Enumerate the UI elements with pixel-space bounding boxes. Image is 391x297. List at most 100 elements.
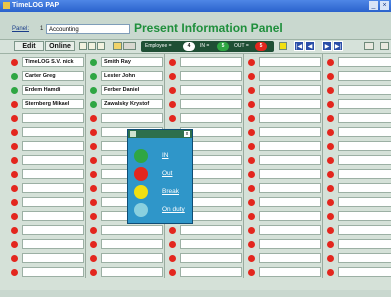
status-dot-icon[interactable] bbox=[11, 87, 18, 94]
employee-name[interactable]: Zawalsky Krystof bbox=[101, 99, 163, 109]
employee-name[interactable] bbox=[259, 57, 321, 67]
status-dot-icon[interactable] bbox=[90, 227, 97, 234]
status-dot-icon[interactable] bbox=[248, 157, 255, 164]
employee-name[interactable] bbox=[338, 253, 391, 263]
employee-name[interactable] bbox=[22, 211, 84, 221]
employee-name[interactable] bbox=[338, 99, 391, 109]
employee-name[interactable] bbox=[259, 85, 321, 95]
status-dot-icon[interactable] bbox=[169, 269, 176, 276]
status-dot-icon[interactable] bbox=[11, 199, 18, 206]
status-dot-icon[interactable] bbox=[248, 213, 255, 220]
status-dot-icon[interactable] bbox=[327, 115, 334, 122]
status-dot-icon[interactable] bbox=[327, 199, 334, 206]
status-dot-icon[interactable] bbox=[327, 213, 334, 220]
status-dot-icon[interactable] bbox=[327, 157, 334, 164]
employee-name[interactable] bbox=[180, 113, 242, 123]
status-dot-icon[interactable] bbox=[90, 269, 97, 276]
employee-name[interactable] bbox=[338, 183, 391, 193]
employee-name[interactable] bbox=[338, 155, 391, 165]
employee-name[interactable] bbox=[259, 155, 321, 165]
employee-name[interactable] bbox=[259, 113, 321, 123]
status-dot-icon[interactable] bbox=[248, 73, 255, 80]
status-dot-icon[interactable] bbox=[327, 171, 334, 178]
status-dot-icon[interactable] bbox=[11, 59, 18, 66]
status-dot-icon[interactable] bbox=[248, 115, 255, 122]
employee-name[interactable] bbox=[338, 169, 391, 179]
sort-icon[interactable] bbox=[123, 42, 136, 50]
status-dot-icon[interactable] bbox=[248, 143, 255, 150]
employee-name[interactable] bbox=[180, 71, 242, 81]
exit-icon[interactable] bbox=[380, 42, 389, 50]
status-dot-icon[interactable] bbox=[11, 143, 18, 150]
status-dot-icon[interactable] bbox=[248, 269, 255, 276]
folder-icon[interactable] bbox=[113, 42, 122, 50]
popup-close-button[interactable]: x bbox=[184, 131, 190, 137]
employee-name[interactable] bbox=[180, 57, 242, 67]
employee-name[interactable]: Smith Ray bbox=[101, 57, 163, 67]
employee-name[interactable] bbox=[101, 225, 163, 235]
employee-name[interactable] bbox=[180, 225, 242, 235]
status-dot-icon[interactable] bbox=[327, 185, 334, 192]
employee-name[interactable] bbox=[259, 127, 321, 137]
employee-name[interactable] bbox=[180, 253, 242, 263]
employee-name[interactable] bbox=[338, 71, 391, 81]
status-dot-icon[interactable] bbox=[248, 59, 255, 66]
status-dot-icon[interactable] bbox=[248, 87, 255, 94]
employee-name[interactable] bbox=[338, 211, 391, 221]
employee-name[interactable] bbox=[101, 113, 163, 123]
close-button[interactable]: × bbox=[380, 1, 389, 10]
tools-icon[interactable] bbox=[364, 42, 374, 50]
employee-name[interactable] bbox=[259, 141, 321, 151]
status-dot-icon[interactable] bbox=[248, 227, 255, 234]
status-dot-icon[interactable] bbox=[90, 171, 97, 178]
copy-icon[interactable] bbox=[79, 42, 87, 50]
status-dot-icon[interactable] bbox=[169, 73, 176, 80]
employee-name[interactable]: Sternberg Mikael bbox=[22, 99, 84, 109]
status-dot-icon[interactable] bbox=[327, 101, 334, 108]
employee-name[interactable] bbox=[259, 239, 321, 249]
next-page-button[interactable]: ▶ bbox=[322, 41, 332, 51]
status-item-break[interactable]: Break bbox=[134, 185, 186, 201]
status-dot-icon[interactable] bbox=[248, 171, 255, 178]
status-dot-icon[interactable] bbox=[11, 227, 18, 234]
employee-name[interactable] bbox=[22, 239, 84, 249]
status-dot-icon[interactable] bbox=[90, 213, 97, 220]
out-count[interactable]: 5 bbox=[255, 42, 267, 51]
settings-icon[interactable] bbox=[97, 42, 105, 50]
employee-name[interactable]: Erdem Hamdi bbox=[22, 85, 84, 95]
status-dot-icon[interactable] bbox=[11, 171, 18, 178]
employee-name[interactable] bbox=[259, 197, 321, 207]
status-dot-icon[interactable] bbox=[90, 143, 97, 150]
employee-name[interactable]: Carter Greg bbox=[22, 71, 84, 81]
status-dot-icon[interactable] bbox=[11, 73, 18, 80]
status-dot-icon[interactable] bbox=[248, 199, 255, 206]
employee-name[interactable] bbox=[338, 225, 391, 235]
status-dot-icon[interactable] bbox=[11, 241, 18, 248]
status-dot-icon[interactable] bbox=[90, 129, 97, 136]
status-dot-icon[interactable] bbox=[169, 241, 176, 248]
filter-icon[interactable] bbox=[279, 42, 287, 50]
edit-button[interactable]: Edit bbox=[14, 41, 44, 51]
status-dot-icon[interactable] bbox=[248, 255, 255, 262]
employee-name[interactable] bbox=[180, 85, 242, 95]
status-dot-icon[interactable] bbox=[248, 129, 255, 136]
status-dot-icon[interactable] bbox=[327, 73, 334, 80]
status-dot-icon[interactable] bbox=[169, 255, 176, 262]
employee-name[interactable] bbox=[180, 267, 242, 277]
status-dot-icon[interactable] bbox=[90, 199, 97, 206]
status-dot-icon[interactable] bbox=[248, 101, 255, 108]
employee-name[interactable] bbox=[22, 267, 84, 277]
status-dot-icon[interactable] bbox=[90, 59, 97, 66]
employee-name[interactable] bbox=[22, 183, 84, 193]
employee-name[interactable] bbox=[259, 71, 321, 81]
status-dot-icon[interactable] bbox=[90, 101, 97, 108]
employee-name[interactable] bbox=[259, 183, 321, 193]
employee-name[interactable] bbox=[101, 267, 163, 277]
prev-page-button[interactable]: ◀ bbox=[305, 41, 315, 51]
status-dot-icon[interactable] bbox=[90, 255, 97, 262]
employee-name[interactable] bbox=[338, 127, 391, 137]
minimize-button[interactable]: _ bbox=[369, 1, 378, 10]
employee-name[interactable] bbox=[259, 211, 321, 221]
in-count[interactable]: 5 bbox=[217, 42, 229, 51]
status-dot-icon[interactable] bbox=[11, 255, 18, 262]
